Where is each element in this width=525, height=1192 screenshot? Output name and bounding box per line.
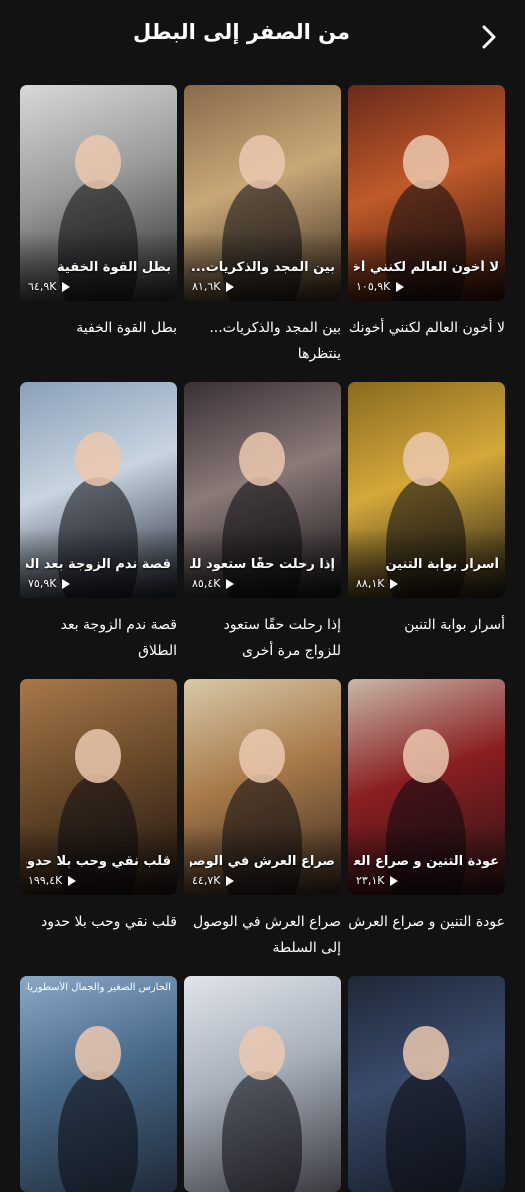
play-icon: [68, 875, 77, 886]
poster[interactable]: صراع العرش في الوصول إلى السلطة ٤٤,٧K: [184, 679, 341, 895]
actor-figure: [386, 1071, 466, 1192]
actor-head: [403, 729, 449, 783]
view-count: ١٩٩,٤K: [28, 874, 77, 887]
poster[interactable]: [184, 976, 341, 1192]
drama-card[interactable]: [348, 976, 505, 1192]
poster-title: قلب نقي وحب بلا حدود: [26, 854, 171, 869]
poster[interactable]: بطل القوة الخفية ٦٤,٩K: [20, 85, 177, 301]
card-caption[interactable]: أسرار بوابة التنين: [348, 612, 505, 638]
poster[interactable]: عودة التنين و صراع العرش ٢٣,١K: [348, 679, 505, 895]
poster[interactable]: قلب نقي وحب بلا حدود ١٩٩,٤K: [20, 679, 177, 895]
view-count-label: ٨٨,١K: [356, 577, 385, 590]
view-count: ١٠٥,٩K: [356, 280, 405, 293]
drama-card[interactable]: بين المجد والذكريات...ينتظرها ٨١,٦K بين …: [184, 85, 341, 367]
poster[interactable]: بين المجد والذكريات...ينتظرها ٨١,٦K: [184, 85, 341, 301]
poster-title: الحارس الصغير والجمال الأسطوريان: [26, 982, 171, 993]
actor-head: [75, 1026, 121, 1080]
poster[interactable]: [348, 976, 505, 1192]
card-caption[interactable]: لا أخون العالم لكنني أخونك: [348, 315, 505, 341]
view-count: ٢٣,١K: [356, 874, 399, 887]
poster-title: بين المجد والذكريات...ينتظرها: [190, 260, 335, 275]
card-caption[interactable]: إذا رحلت حقًا ستعود للزواج مرة أخرى: [184, 612, 341, 664]
actor-figure: [222, 1071, 302, 1192]
actor-head: [75, 729, 121, 783]
actor-head: [239, 135, 285, 189]
play-icon: [390, 875, 399, 886]
poster[interactable]: لا أخون العالم لكنني أخونك ١٠٥,٩K: [348, 85, 505, 301]
poster[interactable]: أسرار بوابة التنين ٨٨,١K: [348, 382, 505, 598]
actor-head: [239, 1026, 285, 1080]
drama-card[interactable]: صراع العرش في الوصول إلى السلطة ٤٤,٧K صر…: [184, 679, 341, 961]
drama-card[interactable]: أسرار بوابة التنين ٨٨,١K أسرار بوابة الت…: [348, 382, 505, 638]
drama-card[interactable]: قصة ندم الزوجة بعد الطلاق ٧٥,٩K قصة ندم …: [20, 382, 177, 664]
actor-figure: [58, 1071, 138, 1192]
view-count-label: ٤٤,٧K: [192, 874, 221, 887]
card-caption[interactable]: قلب نقي وحب بلا حدود: [20, 909, 177, 935]
view-count: ٨٥,٤K: [192, 577, 235, 590]
poster-title: أسرار بوابة التنين: [385, 557, 499, 572]
actor-head: [239, 432, 285, 486]
poster-title: إذا رحلت حقًا ستعود للزواج مرة أخرى: [190, 557, 335, 572]
play-icon: [62, 281, 71, 292]
play-icon: [226, 578, 235, 589]
view-count-label: ٦٤,٩K: [28, 280, 57, 293]
drama-card[interactable]: [184, 976, 341, 1192]
poster[interactable]: الحارس الصغير والجمال الأسطوريان: [20, 976, 177, 1192]
drama-card[interactable]: إذا رحلت حقًا ستعود للزواج مرة أخرى ٨٥,٤…: [184, 382, 341, 664]
view-count-label: ٧٥,٩K: [28, 577, 57, 590]
drama-card[interactable]: قلب نقي وحب بلا حدود ١٩٩,٤K قلب نقي وحب …: [20, 679, 177, 935]
drama-grid: لا أخون العالم لكنني أخونك ١٠٥,٩K لا أخو…: [0, 0, 525, 1192]
drama-card[interactable]: بطل القوة الخفية ٦٤,٩K بطل القوة الخفية: [20, 85, 177, 341]
poster[interactable]: قصة ندم الزوجة بعد الطلاق ٧٥,٩K: [20, 382, 177, 598]
actor-head: [75, 432, 121, 486]
view-count-label: ١٩٩,٤K: [28, 874, 63, 887]
play-icon: [390, 578, 399, 589]
drama-card[interactable]: عودة التنين و صراع العرش ٢٣,١K عودة التن…: [348, 679, 505, 935]
view-count-label: ٨٥,٤K: [192, 577, 221, 590]
view-count-label: ٢٣,١K: [356, 874, 385, 887]
actor-head: [403, 432, 449, 486]
view-count: ٨٨,١K: [356, 577, 399, 590]
drama-card[interactable]: الحارس الصغير والجمال الأسطوريان: [20, 976, 177, 1192]
actor-head: [403, 135, 449, 189]
play-icon: [62, 578, 71, 589]
card-caption[interactable]: قصة ندم الزوجة بعد الطلاق: [20, 612, 177, 664]
view-count: ٦٤,٩K: [28, 280, 71, 293]
poster-title: صراع العرش في الوصول إلى السلطة: [190, 854, 335, 869]
view-count: ٨١,٦K: [192, 280, 235, 293]
actor-head: [239, 729, 285, 783]
card-caption[interactable]: صراع العرش في الوصول إلى السلطة: [184, 909, 341, 961]
card-caption[interactable]: عودة التنين و صراع العرش: [348, 909, 505, 935]
poster[interactable]: إذا رحلت حقًا ستعود للزواج مرة أخرى ٨٥,٤…: [184, 382, 341, 598]
card-caption[interactable]: بين المجد والذكريات... ينتظرها: [184, 315, 341, 367]
play-icon: [226, 281, 235, 292]
poster-title: قصة ندم الزوجة بعد الطلاق: [26, 557, 171, 572]
view-count: ٤٤,٧K: [192, 874, 235, 887]
card-caption[interactable]: بطل القوة الخفية: [20, 315, 177, 341]
poster-title: لا أخون العالم لكنني أخونك: [354, 260, 499, 275]
actor-head: [75, 135, 121, 189]
view-count: ٧٥,٩K: [28, 577, 71, 590]
play-icon: [226, 875, 235, 886]
poster-title: بطل القوة الخفية: [57, 260, 171, 275]
drama-card[interactable]: لا أخون العالم لكنني أخونك ١٠٥,٩K لا أخو…: [348, 85, 505, 341]
poster-title: عودة التنين و صراع العرش: [354, 854, 499, 869]
view-count-label: ٨١,٦K: [192, 280, 221, 293]
play-icon: [396, 281, 405, 292]
actor-head: [403, 1026, 449, 1080]
view-count-label: ١٠٥,٩K: [356, 280, 391, 293]
